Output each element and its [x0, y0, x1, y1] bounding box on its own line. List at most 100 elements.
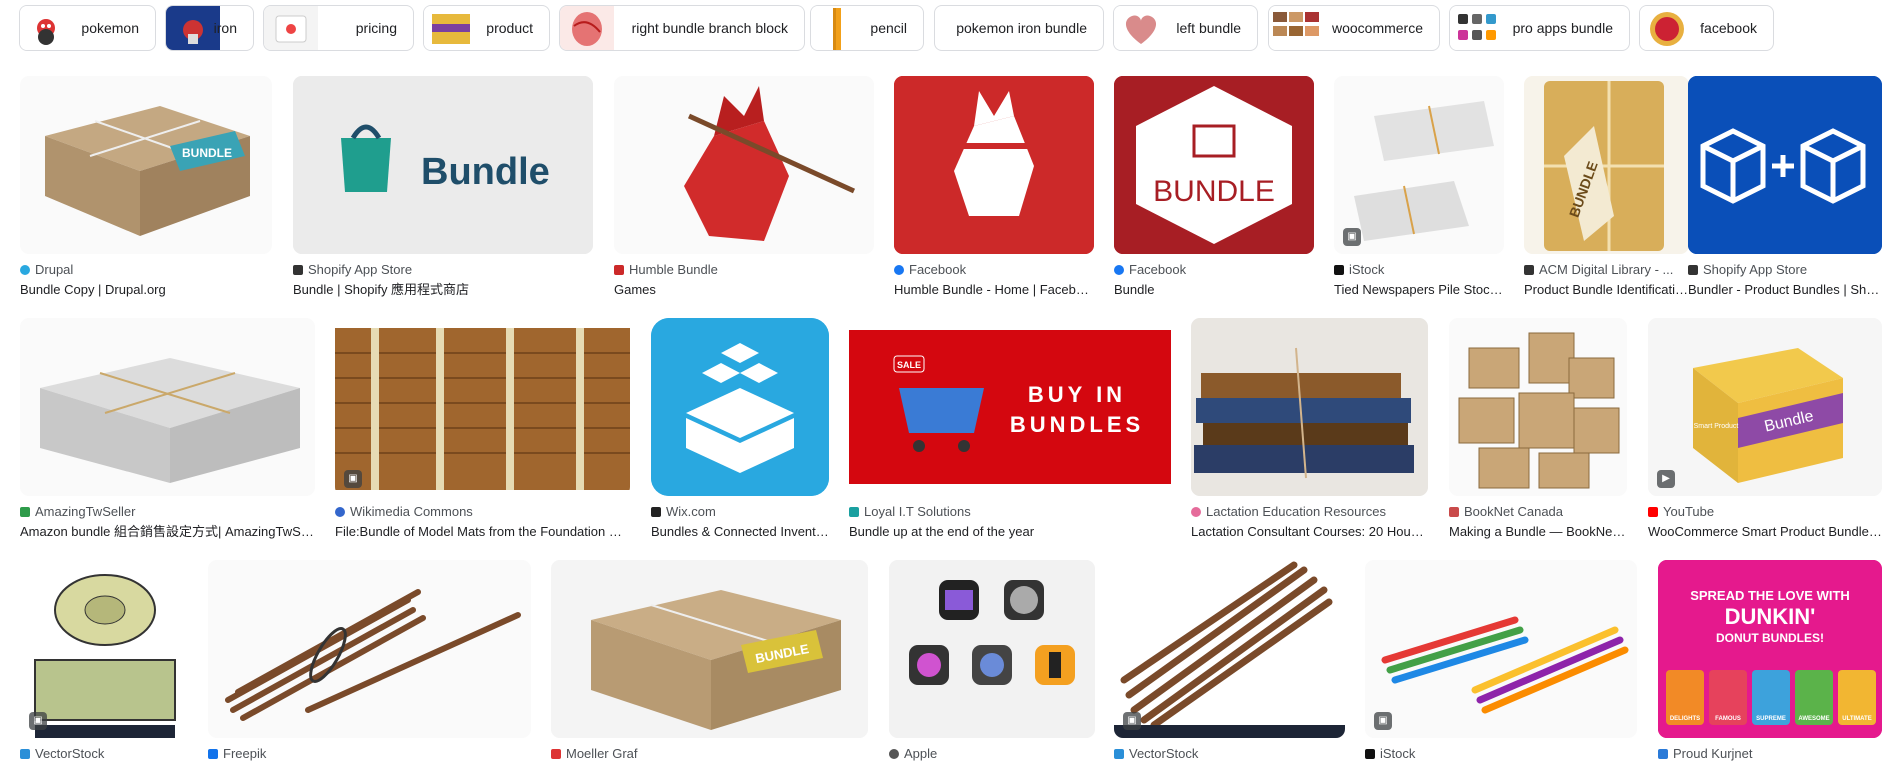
results-row-3: ▣ VectorStock Freepik BUNDLE Moeller Gra…	[0, 560, 1902, 761]
book-stack-image	[1191, 318, 1428, 496]
result-source: Humble Bundle	[614, 262, 874, 278]
shopify-icon	[1688, 265, 1698, 275]
result-source: BookNet Canada	[1449, 504, 1627, 520]
result-title[interactable]: Bundle | Shopify 應用程式商店	[293, 282, 593, 298]
result-image[interactable]	[20, 560, 187, 738]
chip-label: product	[486, 20, 533, 36]
result-title[interactable]: Making a Bundle — BookNet ...	[1449, 524, 1627, 540]
play-icon: ▶	[1657, 470, 1675, 488]
logo-text: BUNDLE	[1153, 175, 1275, 208]
result-image[interactable]: Bundle	[293, 76, 593, 254]
result-title[interactable]: Bundle Copy | Drupal.org	[20, 282, 272, 298]
mat-bundle-image	[335, 318, 630, 496]
result-image[interactable]	[1334, 76, 1504, 254]
result-image[interactable]	[208, 560, 531, 738]
acm-icon	[1524, 265, 1534, 275]
result-source: Freepik	[208, 746, 531, 762]
banner-line-1: BUY IN	[1028, 382, 1126, 407]
wix-icon	[651, 507, 661, 517]
sale-text: SALE	[897, 360, 921, 370]
apps-thumb-icon	[1450, 6, 1504, 50]
result-image[interactable]: BUNDLE	[1524, 76, 1689, 254]
result-image[interactable]	[889, 560, 1095, 738]
source-label: Loyal I.T Solutions	[864, 504, 971, 519]
result-image[interactable]	[1688, 76, 1882, 254]
result-image[interactable]	[614, 76, 874, 254]
source-label: Humble Bundle	[629, 262, 718, 277]
result-image[interactable]	[20, 318, 315, 496]
image-icon: ▣	[1343, 228, 1361, 246]
result-image[interactable]: BUNDLE	[20, 76, 272, 254]
chip-pencil[interactable]: pencil	[810, 5, 924, 51]
result-image[interactable]	[1114, 560, 1345, 738]
result-title[interactable]: Humble Bundle - Home | Facebook	[894, 282, 1094, 298]
result-image[interactable]: SPREAD THE LOVE WITH DUNKIN' DONUT BUNDL…	[1658, 560, 1882, 738]
source-label: Apple	[904, 746, 938, 761]
chip-label: facebook	[1700, 20, 1757, 36]
result-image[interactable]: BUNDLE	[551, 560, 868, 738]
facebook-icon	[1114, 265, 1124, 275]
stick-bundle-image	[208, 560, 531, 738]
chip-pricing[interactable]: pricing	[263, 5, 414, 51]
chip-pokemon[interactable]: pokemon	[19, 5, 156, 51]
source-label: Moeller Graf	[566, 746, 638, 761]
result-image[interactable]: SALE BUY IN BUNDLES	[849, 318, 1171, 496]
vectorstock-icon	[1114, 749, 1124, 759]
result-source: ACM Digital Library - ...	[1524, 262, 1689, 278]
chip-pro-apps-bundle[interactable]: pro apps bundle	[1449, 5, 1630, 51]
result-source: Shopify App Store	[1688, 262, 1882, 278]
result-image[interactable]	[1191, 318, 1428, 496]
result-image[interactable]	[651, 318, 829, 496]
result-title[interactable]: Bundles & Connected Inventory	[651, 524, 829, 540]
chip-facebook[interactable]: facebook	[1639, 5, 1774, 51]
result-title[interactable]: File:Bundle of Model Mats from the Found…	[335, 524, 630, 540]
result-title[interactable]: Tied Newspapers Pile Stock Photo	[1334, 282, 1504, 298]
bundle-logo-image: Bundle	[293, 76, 593, 254]
wikimedia-icon	[335, 507, 345, 517]
product-box-image: Bundle Smart Product	[1648, 318, 1882, 496]
result-title[interactable]: Lactation Consultant Courses: 20 Hour ..…	[1191, 524, 1428, 540]
istock-icon	[1334, 265, 1344, 275]
chip-product[interactable]: product	[423, 5, 550, 51]
buy-in-bundles-banner: SALE BUY IN BUNDLES	[849, 318, 1171, 496]
chip-label: pokemon	[81, 20, 139, 36]
drupal-icon	[20, 265, 30, 275]
source-label: YouTube	[1663, 504, 1715, 519]
chip-pokemon-iron-bundle[interactable]: pokemon iron bundle	[934, 5, 1104, 51]
lactation-icon	[1191, 507, 1201, 517]
donut-label: SUPREME	[1756, 716, 1786, 722]
booknet-icon	[1449, 507, 1459, 517]
result-title[interactable]: Product Bundle Identification	[1524, 282, 1689, 298]
vectorstock-icon	[20, 749, 30, 759]
source-label: Lactation Education Resources	[1206, 504, 1386, 519]
result-image[interactable]	[335, 318, 630, 496]
result-image[interactable]: BUNDLE	[1114, 76, 1314, 254]
chip-iron[interactable]: iron	[165, 5, 254, 51]
result-title[interactable]: Bundler - Product Bundles | Shopify	[1688, 282, 1882, 298]
parcel-image: BUNDLE	[20, 76, 272, 254]
result-title[interactable]: Amazon bundle 組合銷售設定方式| AmazingTwSeller	[20, 524, 315, 540]
result-title[interactable]: WooCommerce Smart Product Bundle - ...	[1648, 524, 1882, 540]
result-title[interactable]: Bundle	[1114, 282, 1314, 298]
money-roll-image	[20, 560, 187, 738]
result-image[interactable]	[1365, 560, 1637, 738]
source-label: Facebook	[909, 262, 967, 277]
source-label: AmazingTwSeller	[35, 504, 136, 519]
gold-bundle-image: BUNDLE	[1524, 76, 1689, 254]
source-label: Shopify App Store	[1703, 262, 1808, 277]
chip-right-bundle-branch-block[interactable]: right bundle branch block	[559, 5, 805, 51]
chip-woocommerce[interactable]: woocommerce	[1268, 5, 1440, 51]
source-label: BookNet Canada	[1464, 504, 1564, 519]
result-title[interactable]: Bundle up at the end of the year	[849, 524, 1171, 540]
result-source: Loyal I.T Solutions	[849, 504, 1171, 520]
result-image[interactable]	[1449, 318, 1627, 496]
result-source: Drupal	[20, 262, 272, 278]
result-image[interactable]: Bundle Smart Product	[1648, 318, 1882, 496]
results-row-1: BUNDLE Drupal Bundle Copy | Drupal.org B…	[0, 76, 1902, 301]
results-row-2: AmazingTwSeller Amazon bundle 組合銷售設定方式| …	[0, 318, 1902, 543]
chip-label: woocommerce	[1331, 20, 1423, 36]
chip-left-bundle[interactable]: left bundle	[1113, 5, 1258, 51]
result-title[interactable]: Games	[614, 282, 874, 298]
result-source: Proud Kurjnet	[1658, 746, 1882, 762]
result-image[interactable]	[894, 76, 1094, 254]
